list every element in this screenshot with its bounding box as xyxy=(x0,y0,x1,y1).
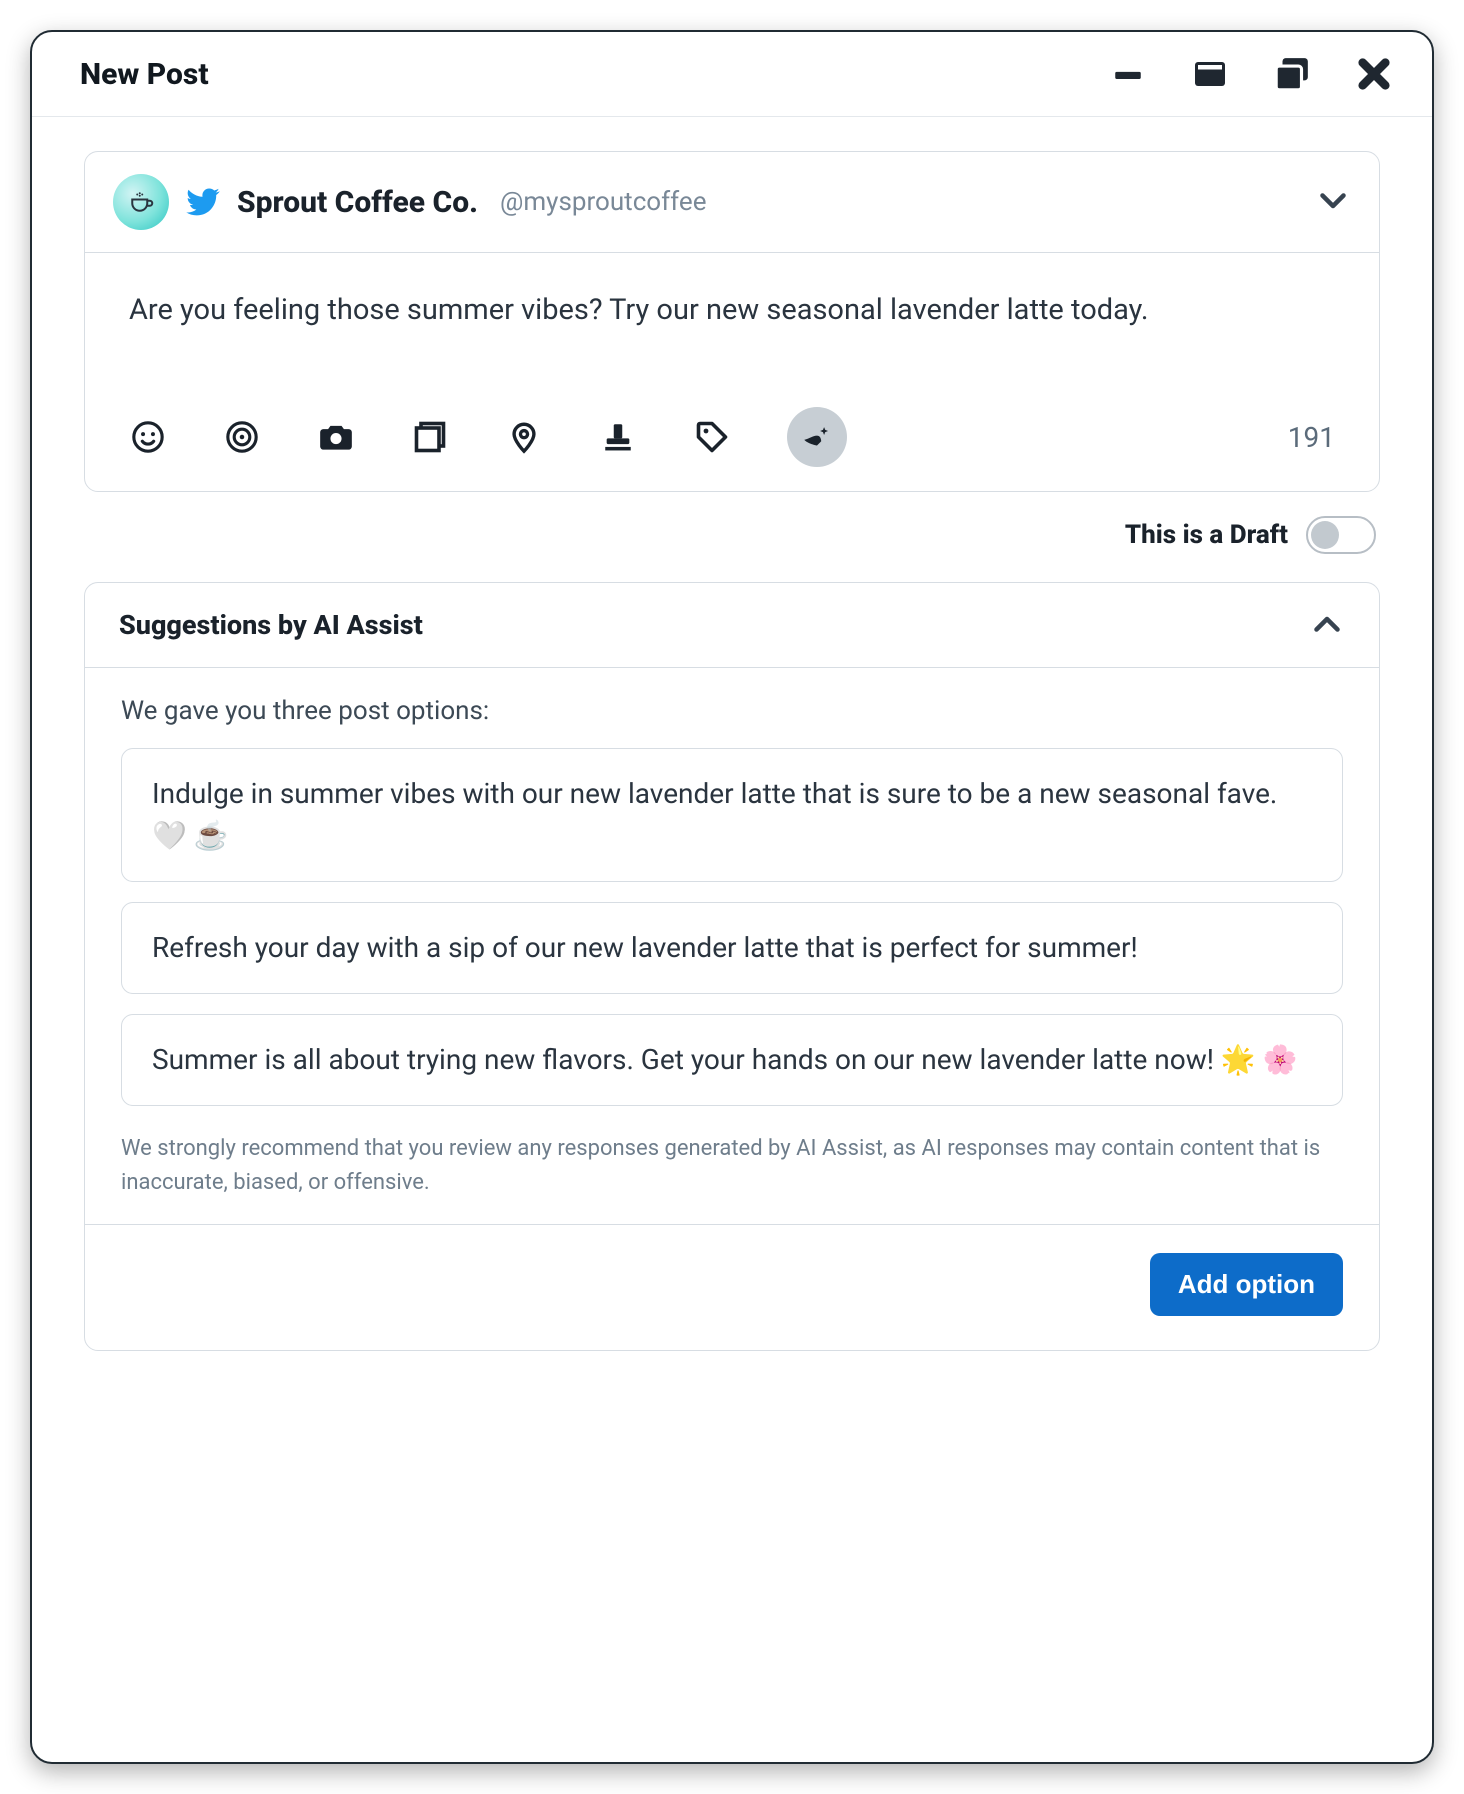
stamp-icon xyxy=(601,420,635,454)
suggestion-option[interactable]: Indulge in summer vibes with our new lav… xyxy=(121,748,1343,882)
window-icon xyxy=(1192,56,1228,92)
suggestions-body: We gave you three post options: Indulge … xyxy=(85,668,1379,1224)
camera-icon xyxy=(317,418,355,456)
compose-card: Sprout Coffee Co. @mysproutcoffee Are yo… xyxy=(84,151,1380,492)
ai-assist-button[interactable] xyxy=(787,407,847,467)
toggle-knob xyxy=(1311,521,1339,549)
compose-window: New Post Sprout Coffee Co. xyxy=(30,30,1434,1764)
twitter-icon xyxy=(185,184,221,220)
char-count: 191 xyxy=(1288,421,1335,454)
suggestions-header[interactable]: Suggestions by AI Assist xyxy=(85,583,1379,668)
suggestions-footer: Add option xyxy=(85,1224,1379,1350)
account-handle: @mysproutcoffee xyxy=(500,187,706,217)
window-title: New Post xyxy=(80,57,209,92)
ai-disclaimer: We strongly recommend that you review an… xyxy=(121,1132,1343,1200)
chevron-down-icon xyxy=(1315,182,1351,218)
draft-toggle[interactable] xyxy=(1306,516,1376,554)
draft-label: This is a Draft xyxy=(1125,520,1288,550)
account-avatar xyxy=(113,174,169,230)
draft-row: This is a Draft xyxy=(84,492,1380,582)
emoji-icon xyxy=(131,420,165,454)
location-button[interactable] xyxy=(505,418,543,456)
add-option-button[interactable]: Add option xyxy=(1150,1253,1343,1316)
chevron-up-icon xyxy=(1309,607,1345,643)
suggestion-option[interactable]: Summer is all about trying new flavors. … xyxy=(121,1014,1343,1106)
window-body: Sprout Coffee Co. @mysproutcoffee Are yo… xyxy=(32,117,1432,1762)
gallery-button[interactable] xyxy=(411,418,449,456)
window-controls xyxy=(1108,54,1394,94)
compose-text-input[interactable]: Are you feeling those summer vibes? Try … xyxy=(129,289,1335,379)
suggestion-option[interactable]: Refresh your day with a sip of our new l… xyxy=(121,902,1343,994)
close-button[interactable] xyxy=(1354,54,1394,94)
stamp-button[interactable] xyxy=(599,418,637,456)
compose-toolbar: 191 xyxy=(129,379,1335,467)
minimize-button[interactable] xyxy=(1108,54,1148,94)
window-header: New Post xyxy=(32,32,1432,117)
target-icon xyxy=(225,420,259,454)
gallery-icon xyxy=(412,419,448,455)
windows-stack-icon xyxy=(1273,55,1311,93)
emoji-button[interactable] xyxy=(129,418,167,456)
coffee-cup-icon xyxy=(126,187,156,217)
account-selector[interactable]: Sprout Coffee Co. @mysproutcoffee xyxy=(85,152,1379,253)
compose-area: Are you feeling those summer vibes? Try … xyxy=(85,253,1379,491)
suggestions-intro: We gave you three post options: xyxy=(121,696,1343,726)
suggestions-title: Suggestions by AI Assist xyxy=(119,609,423,641)
suggestions-card: Suggestions by AI Assist We gave you thr… xyxy=(84,582,1380,1351)
target-button[interactable] xyxy=(223,418,261,456)
camera-button[interactable] xyxy=(317,418,355,456)
tag-icon xyxy=(694,419,730,455)
restore-button[interactable] xyxy=(1190,54,1230,94)
close-icon xyxy=(1357,57,1391,91)
tag-button[interactable] xyxy=(693,418,731,456)
ai-assist-icon xyxy=(800,420,834,454)
account-chevron[interactable] xyxy=(1315,182,1351,222)
account-name: Sprout Coffee Co. xyxy=(237,185,478,220)
minimize-icon xyxy=(1111,57,1145,91)
maximize-button[interactable] xyxy=(1272,54,1312,94)
location-icon xyxy=(507,420,541,454)
